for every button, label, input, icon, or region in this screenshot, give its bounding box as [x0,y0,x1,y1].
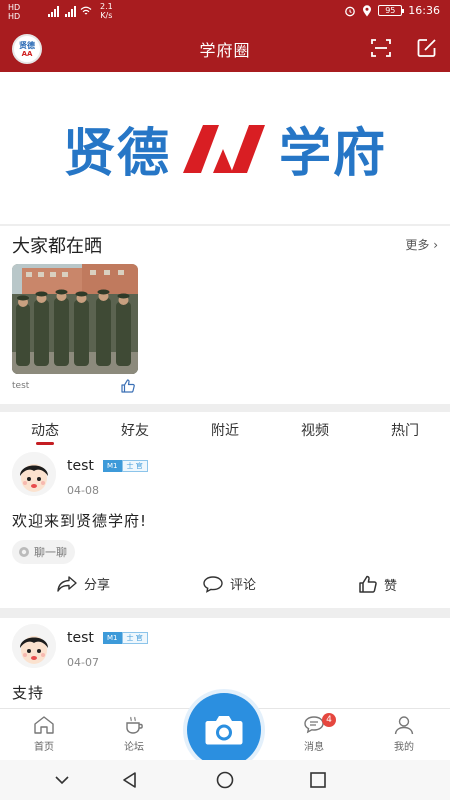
scan-icon[interactable] [370,37,392,59]
home-circle-icon[interactable] [215,770,235,790]
share-label: 分享 [84,578,111,593]
share-button[interactable]: 分享 [56,574,110,593]
coffee-cup-icon [126,716,143,734]
tab-video[interactable]: 视频 [270,420,360,440]
more-label: 更多 [405,238,430,252]
nav-forum-label: 论坛 [124,742,144,753]
nav-home-label: 首页 [34,742,54,753]
logo-text-left: 贤德 [62,123,171,184]
thumbs-up-icon[interactable] [120,378,136,394]
like-label: 赞 [384,578,398,594]
banner[interactable]: 贤德 学府 [0,72,450,224]
photo-caption: test [12,381,30,391]
compose-icon[interactable] [416,37,438,59]
sim-label-1: HD [8,3,21,12]
camera-button[interactable] [187,693,261,767]
more-link[interactable]: 更多 › [405,236,438,253]
wifi-icon [80,6,92,15]
nav-messages-label: 消息 [304,742,324,753]
divider [0,608,450,618]
nav-me[interactable]: 我的 [374,715,434,753]
post-date: 04-07 [67,656,99,669]
chat-label: 聊一聊 [34,546,67,559]
signal-icon [48,5,59,17]
chevron-right-icon: › [433,238,438,252]
speed-value: 2.1 [100,2,113,11]
divider [0,404,450,412]
comment-button[interactable]: 评论 [202,574,256,593]
nav-me-label: 我的 [394,742,414,753]
avatar[interactable] [12,624,56,668]
tab-feed[interactable]: 动态 [0,420,90,445]
comment-label: 评论 [230,578,257,593]
battery-icon: 95 [378,5,405,16]
chat-button[interactable]: 聊一聊 [12,540,75,564]
chevron-down-icon[interactable] [52,770,72,790]
logo-mark-icon [183,125,265,173]
comment-icon [203,575,223,593]
system-nav-bar [0,760,450,800]
clock: 16:36 [408,4,440,17]
signal-icon [65,5,76,17]
app-header: 贤德 AA 学府圈 [0,24,450,72]
showcase-title: 大家都在晒 [12,236,102,257]
recents-icon[interactable] [308,770,328,790]
tab-friends[interactable]: 好友 [90,420,180,440]
message-count-badge: 4 [322,713,336,727]
sim-labels: HD HD [8,3,20,21]
nav-home[interactable]: 首页 [14,715,74,753]
home-icon [34,716,54,734]
post-actions: 分享 评论 赞 [0,574,450,600]
like-button[interactable]: 赞 [358,574,397,594]
badge-title: 士 官 [121,460,148,472]
network-speed: 2.1 K/s [100,2,113,20]
tab-nearby[interactable]: 附近 [180,420,270,440]
avatar[interactable] [12,452,56,496]
divider [0,224,450,226]
speed-unit: K/s [100,11,113,20]
rank-badge: M1 士 官 [103,460,148,472]
eye-icon [19,547,29,557]
showcase-photo[interactable] [12,264,138,374]
tab-hot[interactable]: 热门 [360,420,450,440]
post-text: 欢迎来到贤德学府! [12,512,148,530]
share-icon [57,575,77,592]
post-author[interactable]: test [67,458,94,474]
rank-badge: M1 士 官 [103,632,148,644]
feed-tabs: 动态 好友 附近 视频 热门 [0,412,450,448]
status-bar: HD HD 2.1 K/s 95 16:36 [0,0,450,24]
post-author[interactable]: test [67,630,94,646]
sim-label-2: HD [8,12,21,21]
alarm-icon [345,6,356,16]
signal-icons [48,5,76,17]
thumbs-up-icon [359,575,377,593]
nav-forum[interactable]: 论坛 [104,715,164,753]
post-text: 支持 [12,684,45,702]
camera-icon [205,716,243,745]
school-logo: 贤德 学府 [63,111,387,186]
badge-level: M1 [103,632,122,644]
badge-level: M1 [103,460,122,472]
back-icon[interactable] [120,770,140,790]
location-icon [363,4,372,16]
logo-text-right: 学府 [279,123,388,184]
badge-title: 士 官 [121,632,148,644]
post-date: 04-08 [67,484,99,497]
user-icon [394,716,414,735]
status-right: 95 16:36 [344,4,440,17]
